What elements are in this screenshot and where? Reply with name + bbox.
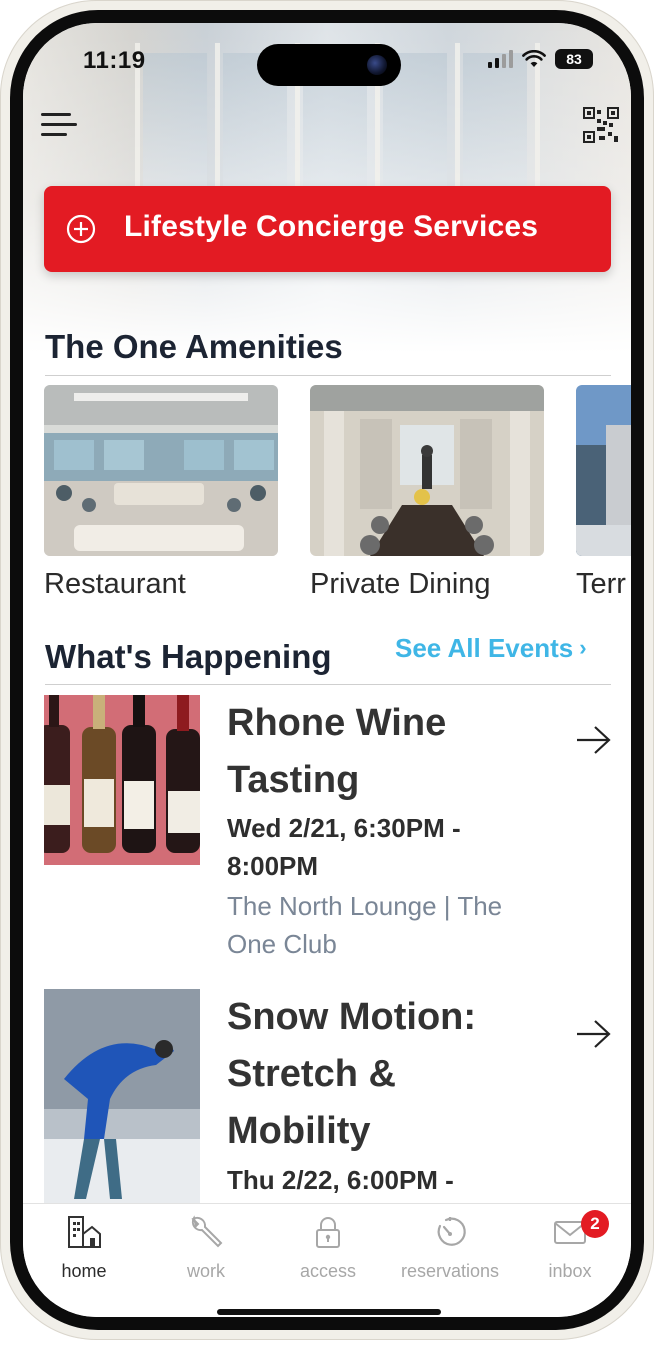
- tab-label: home: [61, 1261, 107, 1281]
- bottom-tab-bar: home work access reservations 2 inbox: [23, 1203, 631, 1317]
- cellular-signal-icon: [488, 50, 513, 68]
- lock-icon: [316, 1217, 340, 1248]
- amenities-divider: [45, 375, 611, 376]
- inbox-unread-badge: 2: [581, 1210, 609, 1238]
- camera-icon: [367, 55, 387, 75]
- tab-label: inbox: [548, 1261, 592, 1281]
- amenity-card-private-dining[interactable]: Private Dining: [310, 385, 544, 601]
- wine-bottles-photo: [44, 695, 200, 865]
- see-all-events-link[interactable]: See All Events ›: [395, 633, 587, 664]
- amenity-card-restaurant[interactable]: Restaurant: [44, 385, 278, 601]
- event-location: The North Lounge | The One Club: [227, 891, 503, 959]
- tab-label: work: [186, 1261, 225, 1281]
- tab-label: access: [299, 1261, 357, 1281]
- event-item-snow-motion[interactable]: Snow Motion: Stretch & Mobility Thu 2/22…: [23, 989, 631, 1203]
- chevron-right-icon: ›: [579, 635, 587, 660]
- stretching-person-photo: [44, 989, 200, 1203]
- arrow-right-icon[interactable]: [575, 725, 613, 755]
- qr-code-icon[interactable]: [583, 107, 619, 143]
- amenities-section-title: The One Amenities: [45, 328, 343, 365]
- battery-indicator: 83: [555, 49, 593, 69]
- home-indicator: [217, 1309, 441, 1315]
- tab-label: reservations: [400, 1261, 500, 1281]
- status-time: 11:19: [83, 47, 146, 74]
- see-all-label: See All Events: [395, 633, 574, 663]
- amenity-label: Terr: [576, 568, 626, 600]
- status-indicators: 83: [488, 49, 593, 69]
- tab-access[interactable]: access: [267, 1204, 389, 1304]
- tab-work[interactable]: work: [145, 1204, 267, 1304]
- amenity-label: Restaurant: [44, 568, 186, 600]
- event-date: Thu 2/22, 6:00PM -: [227, 1165, 454, 1195]
- event-title: Rhone Wine Tasting: [227, 702, 447, 801]
- events-divider: [45, 684, 611, 685]
- amenities-carousel[interactable]: Restaurant Private Dining Terr: [23, 385, 631, 605]
- timer-icon: [437, 1217, 466, 1246]
- tab-reservations[interactable]: reservations: [389, 1204, 511, 1304]
- amenity-label: Private Dining: [310, 568, 491, 600]
- wrench-icon: [191, 1215, 223, 1248]
- tab-home[interactable]: home: [23, 1204, 145, 1304]
- amenity-card-terrace[interactable]: Terr: [576, 385, 631, 601]
- wifi-icon: [522, 50, 546, 67]
- hamburger-menu-icon[interactable]: [41, 111, 77, 139]
- event-title: Snow Motion: Stretch & Mobility: [227, 996, 477, 1152]
- event-date: Wed 2/21, 6:30PM - 8:00PM: [227, 813, 461, 881]
- event-item-rhone-wine[interactable]: Rhone Wine Tasting Wed 2/21, 6:30PM - 8:…: [23, 695, 631, 975]
- concierge-label: Lifestyle Concierge Services: [124, 210, 539, 243]
- lifestyle-concierge-button[interactable]: Lifestyle Concierge Services: [44, 186, 611, 272]
- events-section-title: What's Happening: [45, 638, 332, 675]
- tab-inbox[interactable]: 2 inbox: [509, 1204, 631, 1304]
- home-building-icon: [68, 1216, 101, 1248]
- private-dining-photo: [310, 385, 544, 556]
- terrace-photo: [576, 385, 631, 556]
- app-screen: 11:19 83 Lifestyle Concierge Services Th…: [23, 23, 631, 1317]
- dynamic-island: [257, 44, 401, 86]
- restaurant-photo: [44, 385, 278, 556]
- plus-circle-icon: [66, 214, 96, 244]
- arrow-right-icon[interactable]: [575, 1019, 613, 1049]
